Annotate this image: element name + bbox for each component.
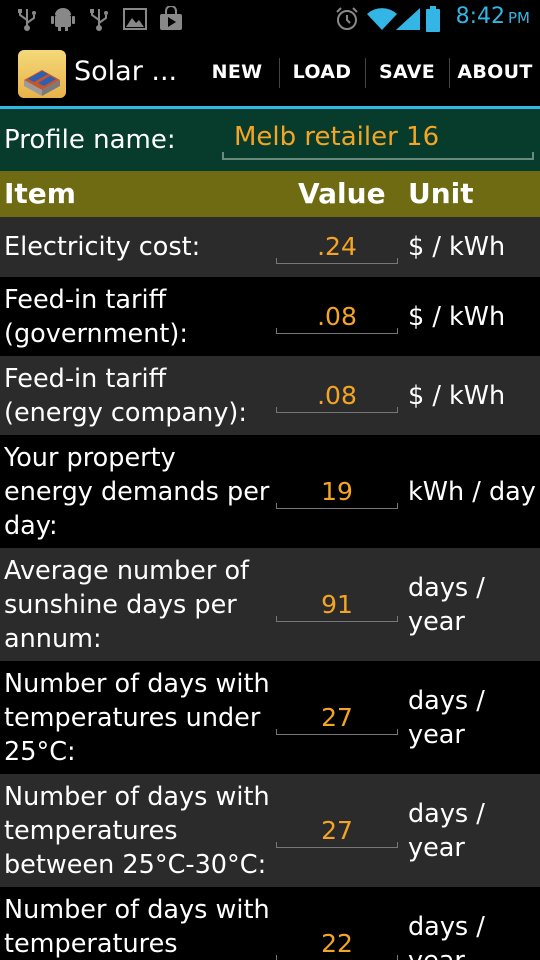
table-row: Number of days with temperatures under 2… [0,661,540,774]
solar-app-icon[interactable] [18,50,66,98]
alarm-icon [334,6,360,32]
days-over-30-input[interactable]: 22 [276,927,398,960]
table-row: Average number of sunshine days per annu… [0,548,540,661]
unit-column-header: Unit [408,177,474,210]
row-label: Number of days with temperatures under 2… [4,669,270,767]
row-unit: days / year [408,799,485,863]
row-unit: $ / kWh [408,381,506,411]
divider [365,58,366,88]
table-row: Number of days with temperatures 22 days… [0,887,540,960]
sunshine-days-input[interactable]: 91 [276,588,398,622]
feed-in-tariff-government-input[interactable]: .08 [276,300,398,334]
table-row: Feed-in tariff (government): .08 $ / kWh [0,277,540,356]
action-bar: Solar ... NEW LOAD SAVE ABOUT [0,38,540,106]
divider [279,58,280,88]
profile-name-input[interactable]: Melb retailer 16 [222,122,534,160]
row-label: Your property energy demands per day: [4,443,270,541]
status-bar: 8:42 PM [0,0,540,38]
item-column-header: Item [4,177,76,210]
clock: 8:42 PM [455,4,530,29]
about-button[interactable]: ABOUT [452,38,538,106]
electricity-cost-input[interactable]: .24 [276,230,398,264]
play-store-icon [158,6,184,32]
days-25-30-input[interactable]: 27 [276,814,398,848]
table-row: Your property energy demands per day: 19… [0,435,540,548]
table-row: Feed-in tariff (energy company): .08 $ /… [0,356,540,435]
usb-icon [88,6,110,32]
row-unit: $ / kWh [408,232,506,262]
row-unit: $ / kWh [408,302,506,332]
row-label: Number of days with temperatures between… [4,782,270,880]
row-label: Average number of sunshine days per annu… [4,556,250,654]
gallery-icon [122,6,148,32]
row-label: Electricity cost: [4,232,201,262]
row-unit: days / year [408,912,485,960]
row-label: Feed-in tariff (energy company): [4,364,247,428]
android-debug-icon [50,6,76,32]
table-header: Item Value Unit [0,171,540,217]
energy-demand-input[interactable]: 19 [276,475,398,509]
table-row: Electricity cost: .24 $ / kWh [0,217,540,277]
load-button[interactable]: LOAD [282,38,362,106]
new-button[interactable]: NEW [198,38,276,106]
save-button[interactable]: SAVE [368,38,446,106]
row-label: Feed-in tariff (government): [4,285,188,349]
row-unit: days / year [408,686,485,750]
value-column-header: Value [298,177,386,210]
usb-icon [16,6,38,32]
profile-row: Profile name: Melb retailer 16 [0,109,540,171]
days-under-25-input[interactable]: 27 [276,701,398,735]
row-unit: days / year [408,573,485,637]
feed-in-tariff-energy-company-input[interactable]: .08 [276,379,398,413]
row-label: Number of days with temperatures [4,895,270,959]
row-unit: kWh / day [408,477,536,507]
battery-icon [424,6,442,32]
table-row: Number of days with temperatures between… [0,774,540,887]
app-title: Solar ... [74,56,178,87]
divider [449,58,450,88]
profile-name-label: Profile name: [4,125,176,155]
signal-icon [394,6,422,32]
